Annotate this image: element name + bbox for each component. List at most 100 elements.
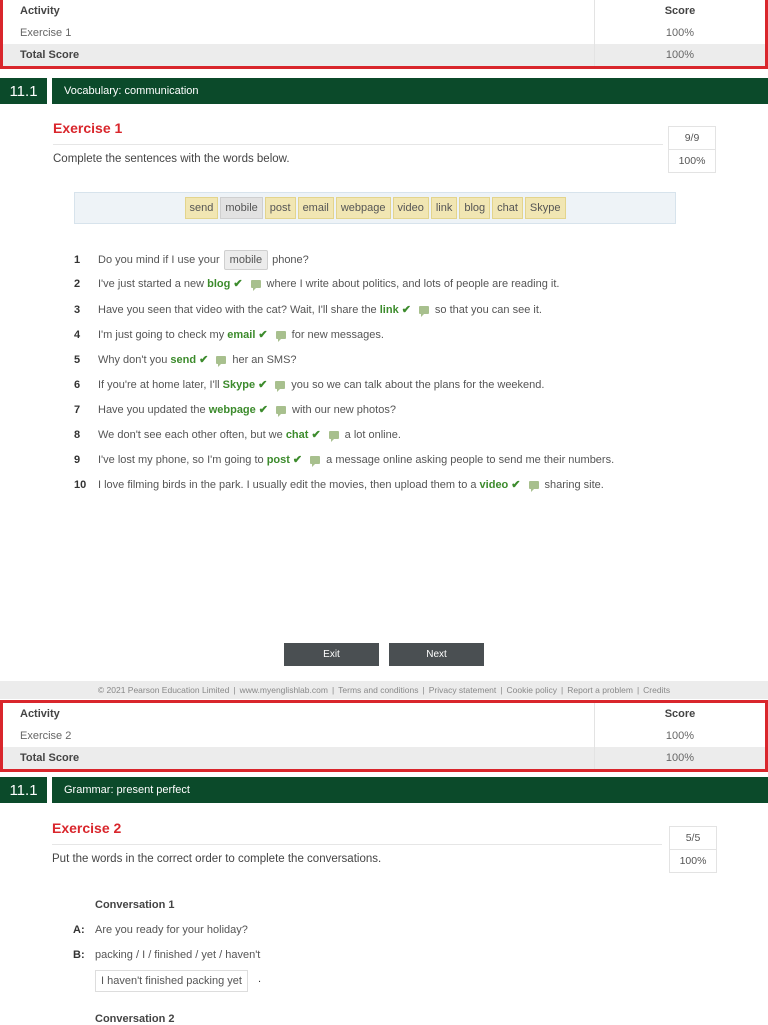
sentence-text: I love filming birds in the park. I usua… <box>98 479 477 491</box>
sentence-number: 9 <box>74 454 81 466</box>
word-prompt: packing / I / finished / yet / haven't <box>95 949 261 961</box>
sentence-text: sharing site. <box>544 479 604 491</box>
answer-box[interactable]: mobile <box>223 250 269 270</box>
activity-score: 100% <box>665 27 695 39</box>
answer-text[interactable]: Skype <box>223 379 255 391</box>
word-chip[interactable]: Skype <box>524 197 566 219</box>
comment-icon[interactable] <box>528 481 539 493</box>
footer-link-terms[interactable]: Terms and conditions <box>338 685 418 695</box>
conversation-title: Conversation 2 <box>95 1013 175 1025</box>
unit-title: Grammar: present perfect <box>52 777 768 803</box>
conversation-line: Are you ready for your holiday? <box>95 924 248 936</box>
exercise-title: Exercise 1 <box>53 120 123 136</box>
score-column-header: Score <box>664 5 696 17</box>
word-chip[interactable]: video <box>392 197 429 219</box>
exit-button[interactable]: Exit <box>284 643 379 666</box>
check-icon: ✔ <box>258 379 268 391</box>
answer-text[interactable]: send <box>170 354 196 366</box>
exercise-instruction: Put the words in the correct order to co… <box>52 853 382 865</box>
answer-text[interactable]: webpage <box>209 404 256 416</box>
score-table-header: Activity Score <box>3 0 765 22</box>
comment-icon[interactable] <box>216 356 227 368</box>
sentence-text: I'm just going to check my <box>98 329 225 341</box>
activity-name: Exercise 1 <box>3 22 595 44</box>
sentence-text: If you're at home later, I'll <box>98 379 220 391</box>
exercise-score-box: 5/5 100% <box>669 826 717 873</box>
answer-text[interactable]: chat <box>286 429 309 441</box>
total-score-value: 100% <box>665 752 695 764</box>
comment-icon[interactable] <box>275 331 286 343</box>
sentence-text: Do you mind if I use your <box>98 254 220 266</box>
comment-icon[interactable] <box>250 280 261 292</box>
exercise-instruction: Complete the sentences with the words be… <box>53 153 290 165</box>
activity-score: 100% <box>665 730 695 742</box>
answer-input[interactable]: I haven't finished packing yet <box>95 970 248 992</box>
footer-link-site[interactable]: www.myenglishlab.com <box>240 685 328 695</box>
word-bank: send mobile post email webpage video lin… <box>74 192 676 224</box>
sentence-item: 8 We don't see each other often, but we c… <box>74 426 401 444</box>
check-icon: ✔ <box>311 429 321 441</box>
check-icon: ✔ <box>233 278 243 290</box>
word-chip[interactable]: chat <box>492 197 523 219</box>
unit-title: Vocabulary: communication <box>52 78 768 104</box>
sentence-item: 2 I've just started a new blog ✔ where I wr… <box>74 275 559 293</box>
answer-text[interactable]: blog <box>207 278 230 290</box>
check-icon: ✔ <box>292 454 303 466</box>
total-score-label: Total Score <box>3 44 595 66</box>
activity-column-header: Activity <box>3 703 595 725</box>
word-chip[interactable]: webpage <box>335 197 391 219</box>
word-chip[interactable]: email <box>297 197 334 219</box>
sentence-text: a lot online. <box>344 429 401 441</box>
word-chip[interactable]: blog <box>459 197 491 219</box>
answer-text[interactable]: email <box>227 329 255 341</box>
word-chip[interactable]: post <box>264 197 296 219</box>
unit-number: 11.1 <box>0 777 47 803</box>
score-fraction: 5/5 <box>670 827 716 850</box>
sentence-text: phone? <box>272 254 309 266</box>
sentence-item: 9 I've lost my phone, so I'm going to pos… <box>74 451 614 469</box>
total-score-row: Total Score 100% <box>3 747 765 769</box>
comment-icon[interactable] <box>310 456 321 468</box>
score-table-1: Activity Score Exercise 1 100% Total Sco… <box>0 0 768 69</box>
sentence-text: Why don't you <box>98 354 168 366</box>
comment-icon[interactable] <box>328 431 339 443</box>
score-fraction: 9/9 <box>669 127 715 150</box>
answer-text[interactable]: post <box>267 454 290 466</box>
sentence-number: 5 <box>74 354 81 366</box>
speaker-label: A: <box>73 924 85 936</box>
score-table-2: Activity Score Exercise 2 100% Total Sco… <box>0 700 768 772</box>
sentence-text: her an SMS? <box>232 354 297 366</box>
word-chip[interactable]: send <box>184 197 219 219</box>
check-icon: ✔ <box>199 354 209 366</box>
score-percent: 100% <box>678 155 706 167</box>
sentence-text: Have you seen that video with the cat? W… <box>98 304 377 316</box>
footer-separator: | <box>561 685 564 695</box>
sentence-text: you so we can talk about the plans for t… <box>291 379 545 391</box>
answer-text[interactable]: link <box>380 304 399 316</box>
check-icon: ✔ <box>511 479 521 491</box>
answer-text[interactable]: video <box>480 479 509 491</box>
check-icon: ✔ <box>258 404 268 416</box>
unit-number: 11.1 <box>0 78 47 104</box>
score-percent: 100% <box>679 855 707 867</box>
comment-icon[interactable] <box>276 406 286 418</box>
comment-icon[interactable] <box>418 306 429 318</box>
sentence-text: where I write about politics, and lots o… <box>266 278 560 290</box>
word-chip[interactable]: link <box>430 197 458 219</box>
word-chip[interactable]: mobile <box>220 197 263 219</box>
footer-link-privacy[interactable]: Privacy statement <box>429 685 497 695</box>
sentence-number: 7 <box>74 404 81 416</box>
sentence-number: 1 <box>74 254 81 266</box>
sentence-text: We don't see each other often, but we <box>98 429 283 441</box>
footer-link-report[interactable]: Report a problem <box>567 685 633 695</box>
sentence-item: 10 I love filming birds in the park. I us… <box>74 476 604 494</box>
sentence-item: 4 I'm just going to check my email ✔ for ne… <box>74 326 384 344</box>
comment-icon[interactable] <box>275 381 286 393</box>
footer-link-cookies[interactable]: Cookie policy <box>506 685 557 695</box>
total-score-label: Total Score <box>3 747 595 769</box>
footer-link-credits[interactable]: Credits <box>643 685 670 695</box>
next-button[interactable]: Next <box>389 643 484 666</box>
sentence-text: Have you updated the <box>98 404 206 416</box>
sentence-number: 4 <box>74 329 81 341</box>
score-table-row: Exercise 2 100% <box>3 725 765 747</box>
